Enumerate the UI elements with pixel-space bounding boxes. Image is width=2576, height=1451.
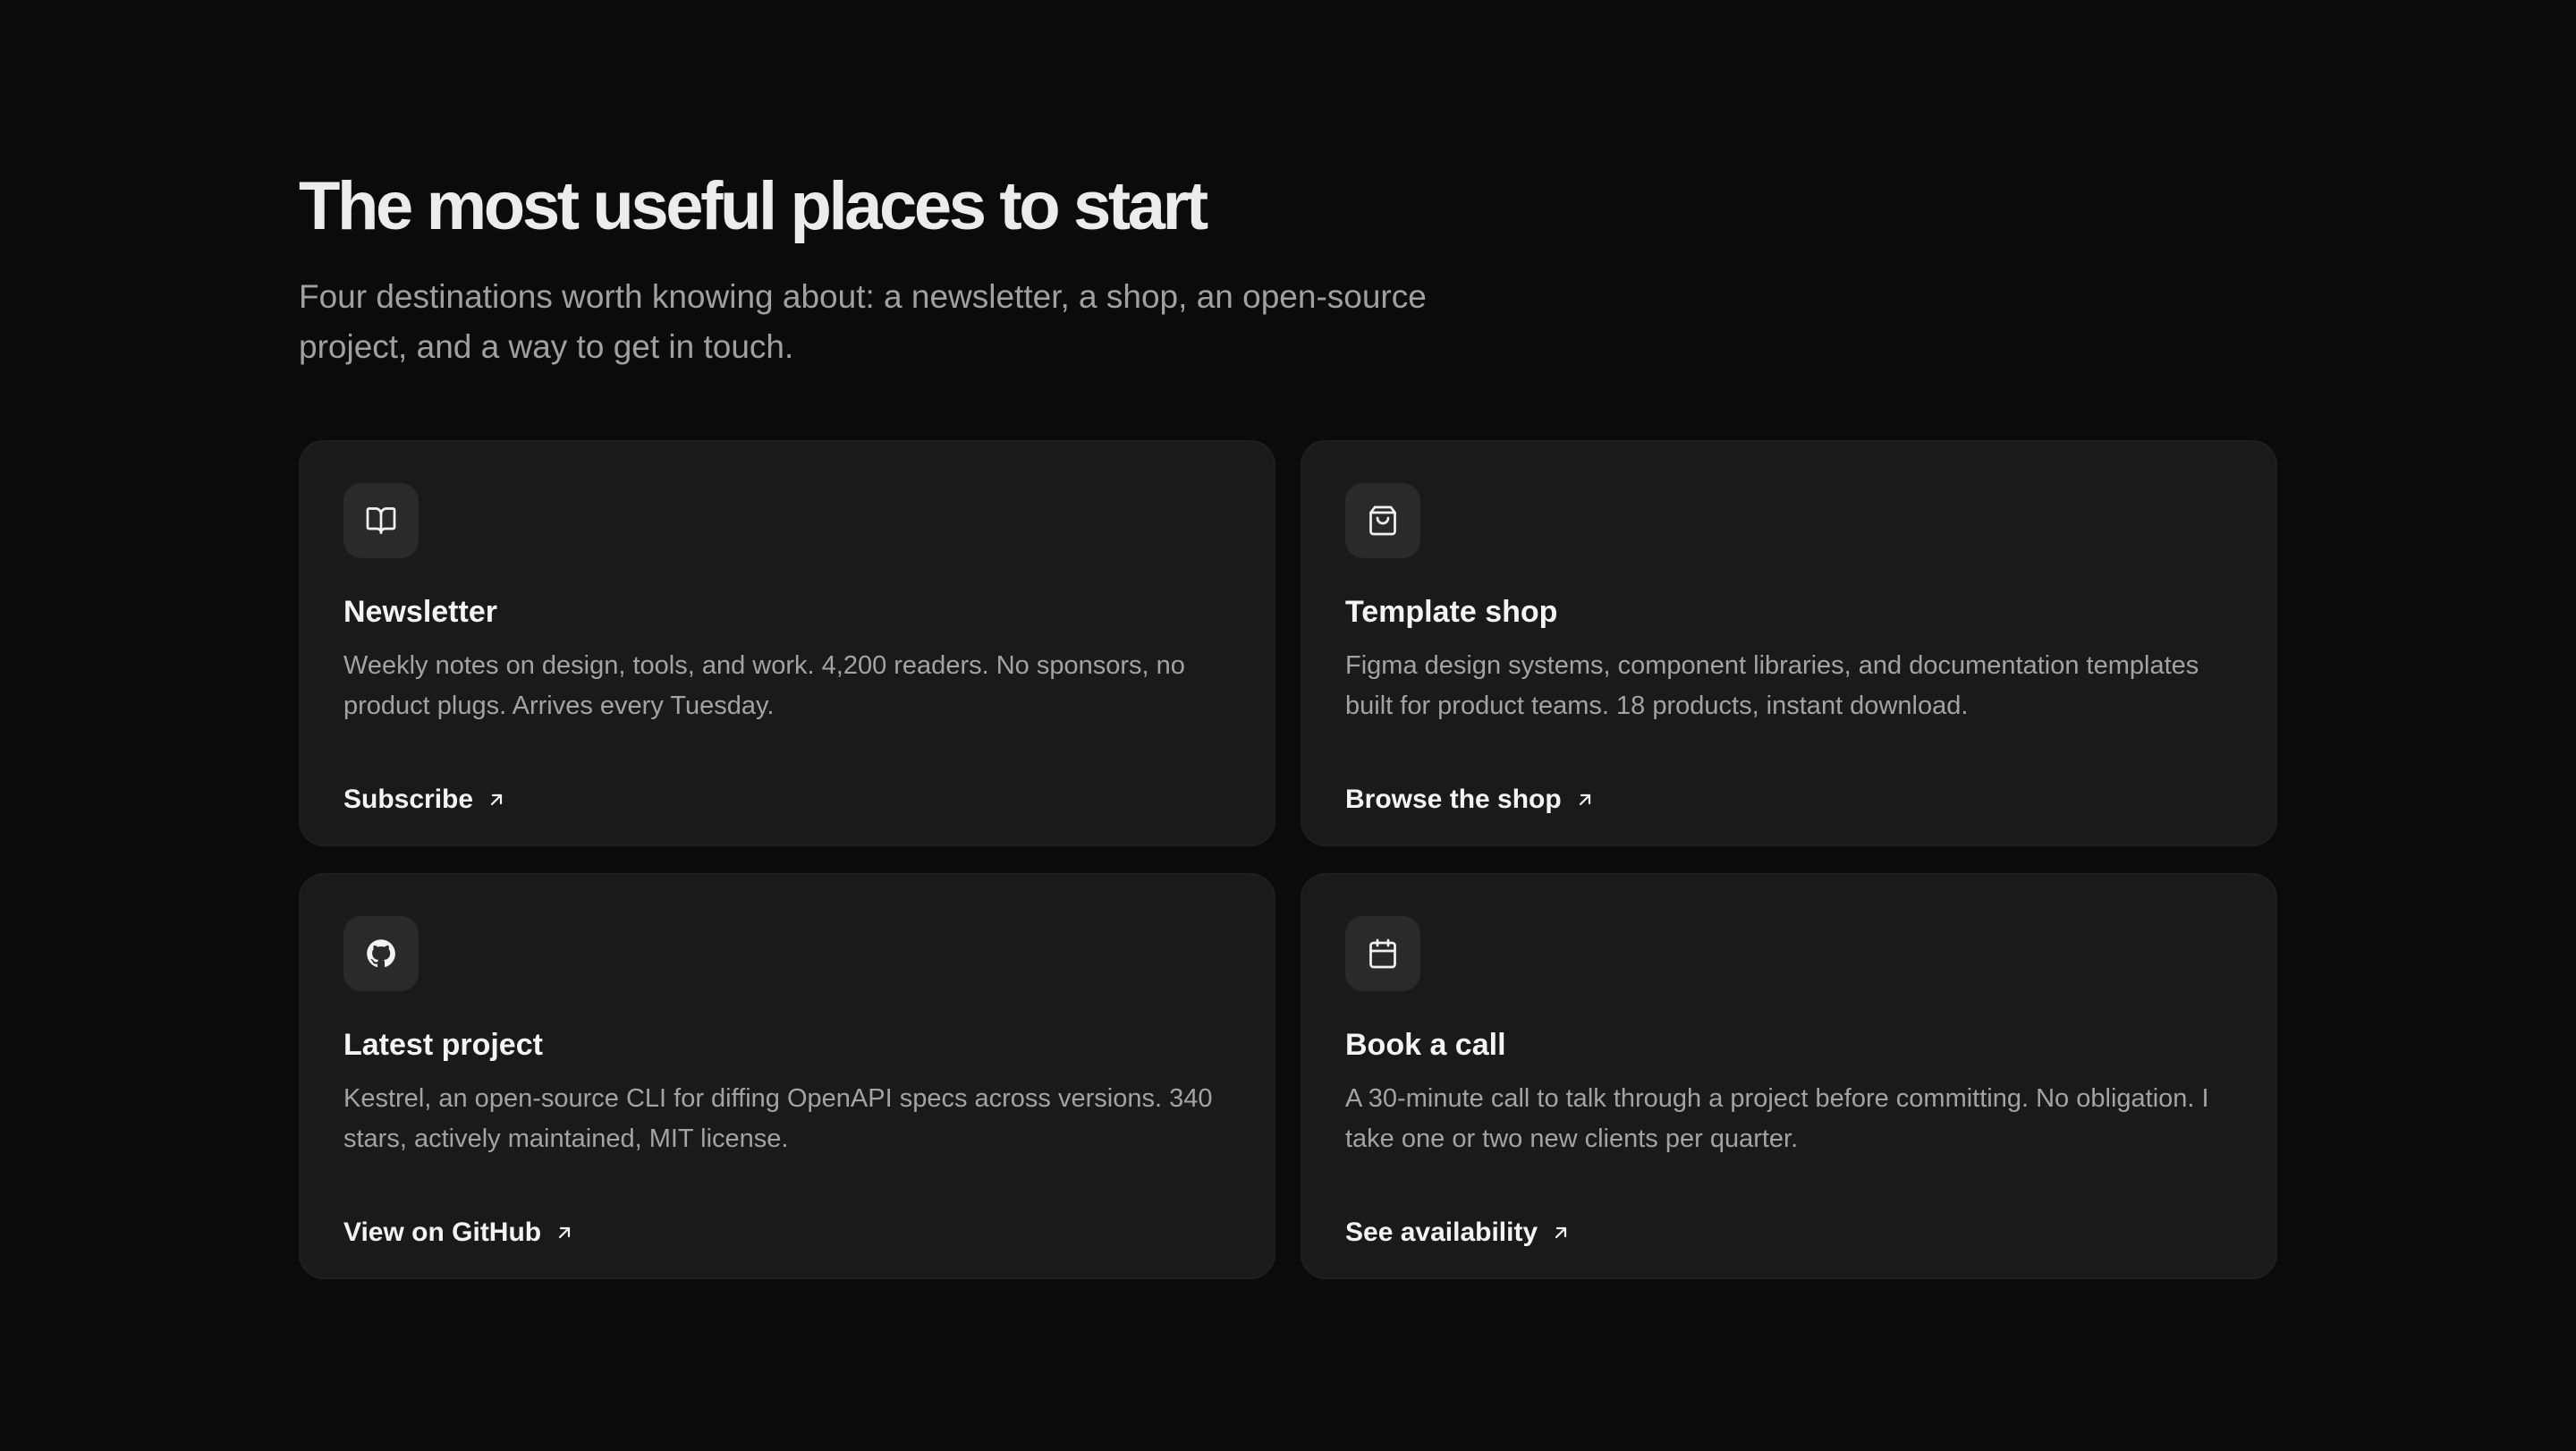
book-open-icon (343, 483, 419, 558)
view-on-github-link[interactable]: View on GitHub (343, 1215, 575, 1251)
newsletter-card: Newsletter Weekly notes on design, tools… (299, 440, 1275, 846)
newsletter-description: Weekly notes on design, tools, and work.… (343, 651, 1185, 720)
calendar-icon (1345, 916, 1420, 991)
template-shop-description: Figma design systems, component librarie… (1345, 651, 2199, 720)
newsletter-title: Newsletter (343, 595, 497, 629)
destinations-grid: Newsletter Weekly notes on design, tools… (299, 440, 2277, 1279)
github-icon (343, 916, 419, 991)
latest-project-description: Kestrel, an open-source CLI for diffing … (343, 1084, 1213, 1153)
template-shop-card: Template shop Figma design systems, comp… (1301, 440, 2277, 846)
latest-project-title: Latest project (343, 1028, 543, 1062)
arrow-up-right-icon (1579, 793, 1590, 806)
section-heading: The most useful places to start (299, 168, 1208, 244)
browse-shop-link-label: Browse the shop (1345, 785, 1562, 814)
template-shop-title: Template shop (1345, 595, 1558, 629)
see-availability-link[interactable]: See availability (1345, 1215, 1572, 1251)
arrow-up-right-icon (490, 793, 503, 806)
destinations-section: The most useful places to start Four des… (299, 166, 2277, 1279)
book-a-call-title: Book a call (1345, 1028, 1506, 1062)
see-availability-link-label: See availability (1345, 1218, 1538, 1247)
subscribe-link-label: Subscribe (343, 785, 474, 814)
view-on-github-link-label: View on GitHub (343, 1218, 542, 1247)
subscribe-link[interactable]: Subscribe (343, 782, 507, 818)
book-a-call-description: A 30-minute call to talk through a proje… (1345, 1084, 2209, 1153)
section-subheading: Four destinations worth knowing about: a… (299, 278, 1427, 365)
latest-project-card: Latest project Kestrel, an open-source C… (299, 873, 1275, 1279)
arrow-up-right-icon (1555, 1226, 1567, 1239)
browse-shop-link[interactable]: Browse the shop (1345, 782, 1596, 818)
arrow-up-right-icon (559, 1226, 571, 1239)
book-a-call-card: Book a call A 30-minute call to talk thr… (1301, 873, 2277, 1279)
shopping-bag-icon (1345, 483, 1420, 558)
